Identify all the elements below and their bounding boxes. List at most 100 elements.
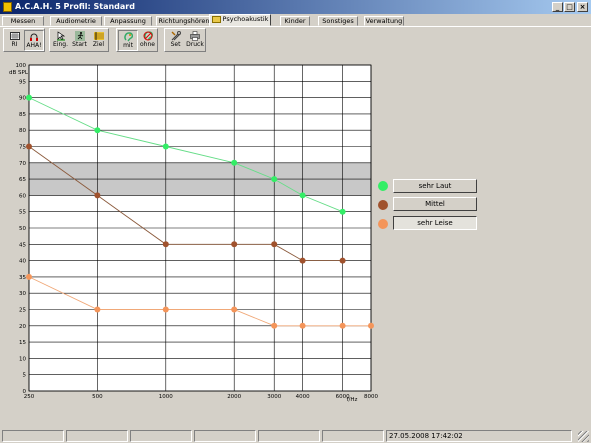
y-tick-label: 15	[19, 340, 26, 346]
y-tick-label: 90	[19, 96, 26, 102]
x-tick-label: 2000	[227, 394, 241, 400]
y-tick-label: 25	[19, 308, 26, 314]
x-tick-labels: 250 500 1000 2000 3000 4000 6000 8000	[24, 394, 379, 400]
series-point-2	[339, 322, 346, 329]
headphones-icon	[30, 33, 38, 41]
sehr-laut-button[interactable]: sehr Laut	[393, 179, 477, 193]
y-axis-label: dB SPL	[9, 70, 29, 76]
ohne-label: ohne	[140, 41, 155, 48]
x-tick-label: 1000	[159, 394, 173, 400]
series-point-2	[368, 322, 374, 329]
title-bar: A.C.A.H. 5 Profil: Standard _ □ ×	[0, 0, 591, 14]
printer-icon	[190, 31, 200, 41]
y-tick-label: 35	[19, 275, 26, 281]
series-point-0	[231, 159, 238, 166]
status-panel-2	[66, 430, 128, 442]
mit-label: mit	[123, 42, 133, 49]
toolbar-group-settings: Set Druck	[164, 28, 206, 52]
minimize-icon[interactable]: _	[552, 2, 563, 12]
ziel-button[interactable]: Ziel	[89, 30, 108, 51]
mittel-button[interactable]: Mittel	[393, 197, 477, 211]
aha-label: AHA!	[26, 42, 42, 49]
ri-button[interactable]: RI	[5, 30, 24, 51]
x-tick-label: 500	[92, 394, 103, 400]
druck-label: Druck	[186, 41, 204, 48]
series-point-0	[162, 143, 169, 150]
y-tick-label: 10	[19, 356, 26, 362]
toolbar-group-hearing-aid: mit ohne	[116, 28, 158, 52]
mittel-label: Mittel	[425, 200, 445, 208]
series-point-0	[271, 176, 278, 183]
druck-button[interactable]: Druck	[185, 30, 205, 51]
folder-icon	[211, 15, 221, 23]
tab-kinder[interactable]: Kinder	[280, 16, 310, 26]
tab-sonstiges[interactable]: Sonstiges	[318, 16, 358, 26]
tab-audiometrie[interactable]: Audiometrie	[50, 16, 102, 26]
sehr-laut-label: sehr Laut	[418, 182, 452, 190]
series-point-1	[94, 192, 101, 199]
start-button[interactable]: Start	[70, 30, 89, 51]
status-datetime: 27.05.2008 17:42:02	[386, 430, 572, 442]
series-point-0	[299, 192, 306, 199]
tab-label: Messen	[10, 17, 36, 25]
series-point-2	[271, 322, 278, 329]
status-panel-1	[2, 430, 64, 442]
series-point-0	[26, 94, 32, 101]
toolbar-group-measure: Eing. Start Ziel	[49, 28, 109, 52]
x-tick-label: 250	[24, 394, 35, 400]
y-tick-label: 100	[16, 63, 27, 69]
sehr-leise-button[interactable]: sehr Leise	[393, 216, 477, 230]
sehr-leise-label: sehr Leise	[417, 219, 453, 227]
ziel-label: Ziel	[92, 41, 105, 48]
eing-label: Eing.	[53, 41, 68, 48]
resize-grip-icon[interactable]	[578, 431, 589, 442]
series-point-1	[339, 257, 346, 264]
status-panel-4	[194, 430, 256, 442]
y-tick-label: 95	[19, 79, 26, 85]
y-tick-label: 20	[19, 324, 26, 330]
maximize-icon[interactable]: □	[564, 2, 575, 12]
grid	[28, 64, 372, 392]
tab-verwaltung[interactable]: Verwaltung	[364, 16, 404, 26]
series-point-1	[271, 241, 278, 248]
tab-psychoakustik[interactable]: Psychoakustik	[209, 14, 271, 26]
x-tick-label: 3000	[267, 394, 281, 400]
close-icon[interactable]: ×	[577, 2, 588, 12]
ri-label: RI	[11, 41, 18, 48]
eing-button[interactable]: Eing.	[51, 30, 70, 51]
toolbar: RI AHA! Eing. Start Ziel mit ohne Set Dr…	[0, 28, 591, 52]
tab-label: Kinder	[284, 17, 306, 25]
set-button[interactable]: Set	[166, 30, 185, 51]
tab-label: Sonstiges	[322, 17, 354, 25]
tab-messen[interactable]: Messen	[2, 16, 44, 26]
tab-label: Richtungshören	[158, 17, 210, 25]
x-tick-label: 8000	[364, 394, 378, 400]
ohne-button[interactable]: ohne	[138, 30, 157, 51]
window-title: A.C.A.H. 5 Profil: Standard	[15, 2, 135, 11]
legend-dot-sehr-laut	[378, 181, 388, 191]
y-tick-label: 75	[19, 145, 26, 151]
grid-icon	[9, 32, 20, 40]
y-tick-label: 70	[19, 161, 26, 167]
status-panel-5	[258, 430, 320, 442]
x-axis-label: f/Hz	[347, 397, 358, 403]
running-man-icon	[74, 31, 85, 41]
loudness-chart[interactable]: 0510152025303540455055606570758085909510…	[0, 58, 380, 408]
toolbar-group-info: RI AHA!	[3, 28, 45, 52]
no-ear-icon	[143, 31, 153, 41]
series-point-0	[339, 208, 346, 215]
tools-icon	[171, 31, 181, 41]
tab-anpassung[interactable]: Anpassung	[104, 16, 152, 26]
legend-dot-sehr-leise	[378, 219, 388, 229]
finish-icon	[93, 32, 104, 40]
mit-button[interactable]: mit	[118, 30, 138, 51]
series-point-2	[299, 322, 306, 329]
series-point-2	[26, 273, 32, 280]
app-icon	[3, 2, 12, 12]
y-tick-label: 45	[19, 242, 26, 248]
y-tick-label: 60	[19, 193, 26, 199]
tab-richtungshoeren[interactable]: Richtungshören	[156, 16, 212, 26]
aha-button[interactable]: AHA!	[24, 30, 44, 51]
y-tick-label: 65	[19, 177, 26, 183]
legend-dot-mittel	[378, 200, 388, 210]
